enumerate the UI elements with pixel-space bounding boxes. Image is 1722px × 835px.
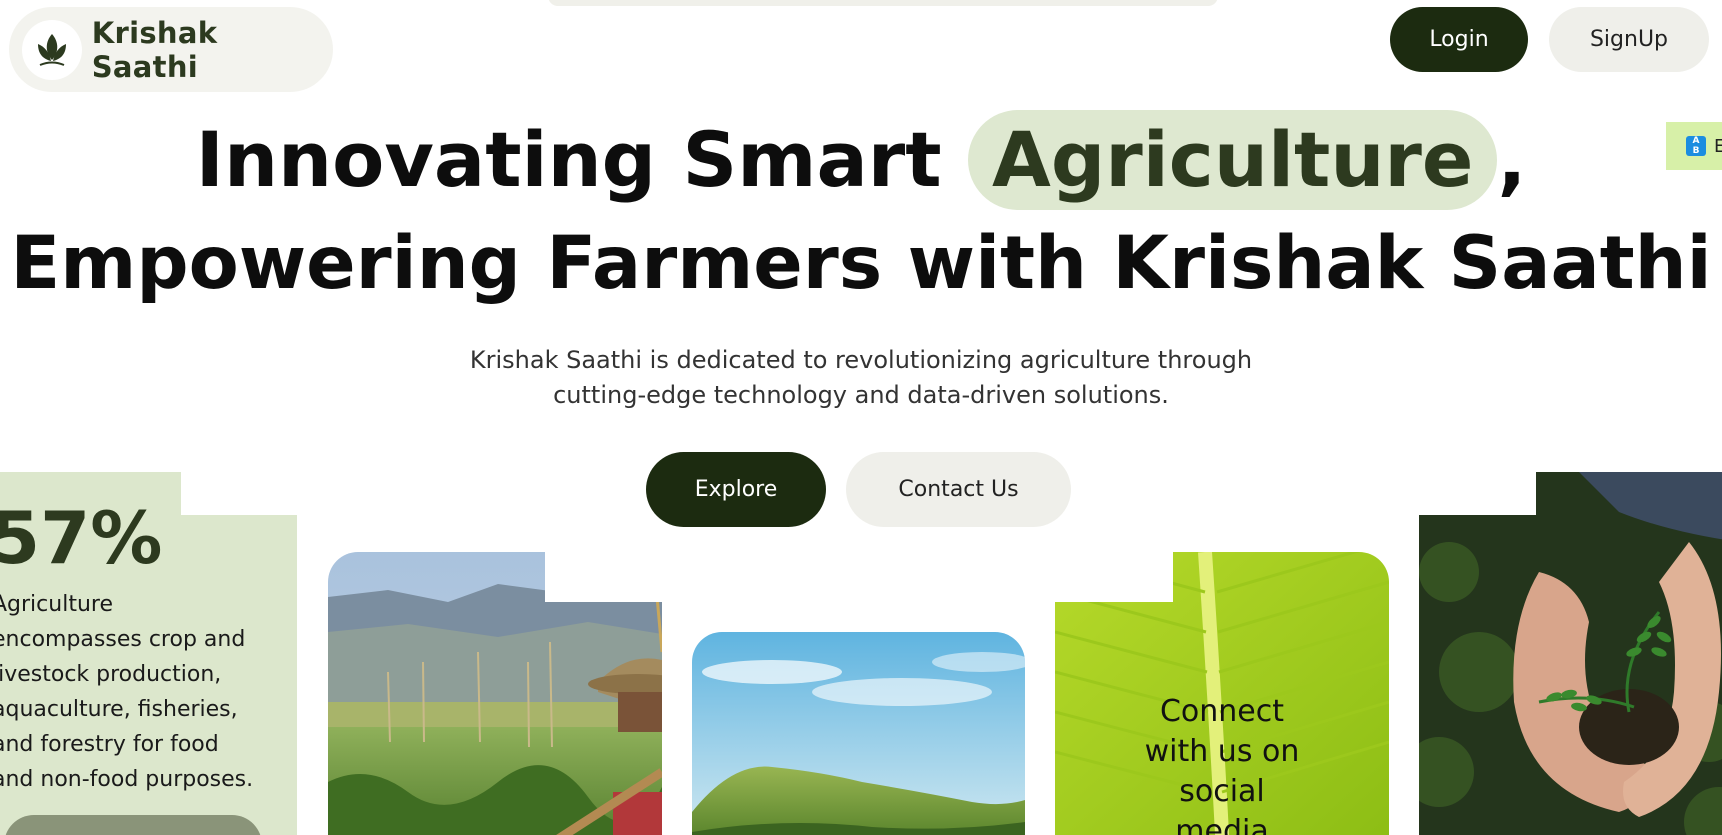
hero-headline-line1: Innovating Smart Agriculture, <box>0 110 1722 210</box>
stat-line: Agriculture <box>0 592 113 617</box>
hero-headline-line2: Empowering Farmers with Krishak Saathi <box>10 221 1712 306</box>
signup-button[interactable]: SignUp <box>1549 7 1709 72</box>
stat-line: encompasses crop and <box>0 627 246 652</box>
stat-line: aquaculture, fisheries, <box>0 697 238 722</box>
card-notch <box>1055 552 1173 602</box>
social-line: media <box>1175 814 1269 835</box>
hero-highlight: Agriculture <box>968 110 1498 210</box>
social-line: Connect <box>1159 694 1285 729</box>
brand-name: Krishak Saathi <box>91 15 218 84</box>
contact-us-button[interactable]: Contact Us <box>846 452 1071 527</box>
stat-line: and non-food purposes. <box>0 767 254 792</box>
hero-headline-prefix: Innovating Smart <box>195 115 969 204</box>
stat-description: Agriculture encompasses crop and livesto… <box>0 587 282 797</box>
stat-card-button[interactable] <box>4 815 262 835</box>
explore-button[interactable]: Explore <box>646 452 826 527</box>
hero-headline-suffix: , <box>1497 115 1527 204</box>
social-line: social <box>1179 774 1265 809</box>
hero-subtitle: Krishak Saathi is dedicated to revolutio… <box>0 343 1722 413</box>
stat-value: 57% <box>0 496 163 580</box>
hero-subtitle-line2: cutting-edge technology and data-driven … <box>553 381 1169 409</box>
stat-line: and forestry for food <box>0 732 219 757</box>
login-button[interactable]: Login <box>1390 7 1528 72</box>
social-connect-text: Connect with us on social media <box>1090 692 1354 835</box>
social-line: with us on <box>1144 734 1300 769</box>
brand-logo[interactable]: Krishak Saathi <box>9 7 333 92</box>
stat-line: livestock production, <box>0 662 222 687</box>
card-notch <box>545 552 662 602</box>
hero-subtitle-line1: Krishak Saathi is dedicated to revolutio… <box>469 346 1253 374</box>
hands-sapling-image <box>1419 472 1722 835</box>
farmer-field-image <box>328 552 662 835</box>
card-notch <box>1419 472 1536 515</box>
green-hills-image <box>692 632 1025 835</box>
stat-card-notch <box>181 472 297 515</box>
top-search-pill <box>548 0 1218 6</box>
leaf-logo-icon <box>22 19 82 80</box>
